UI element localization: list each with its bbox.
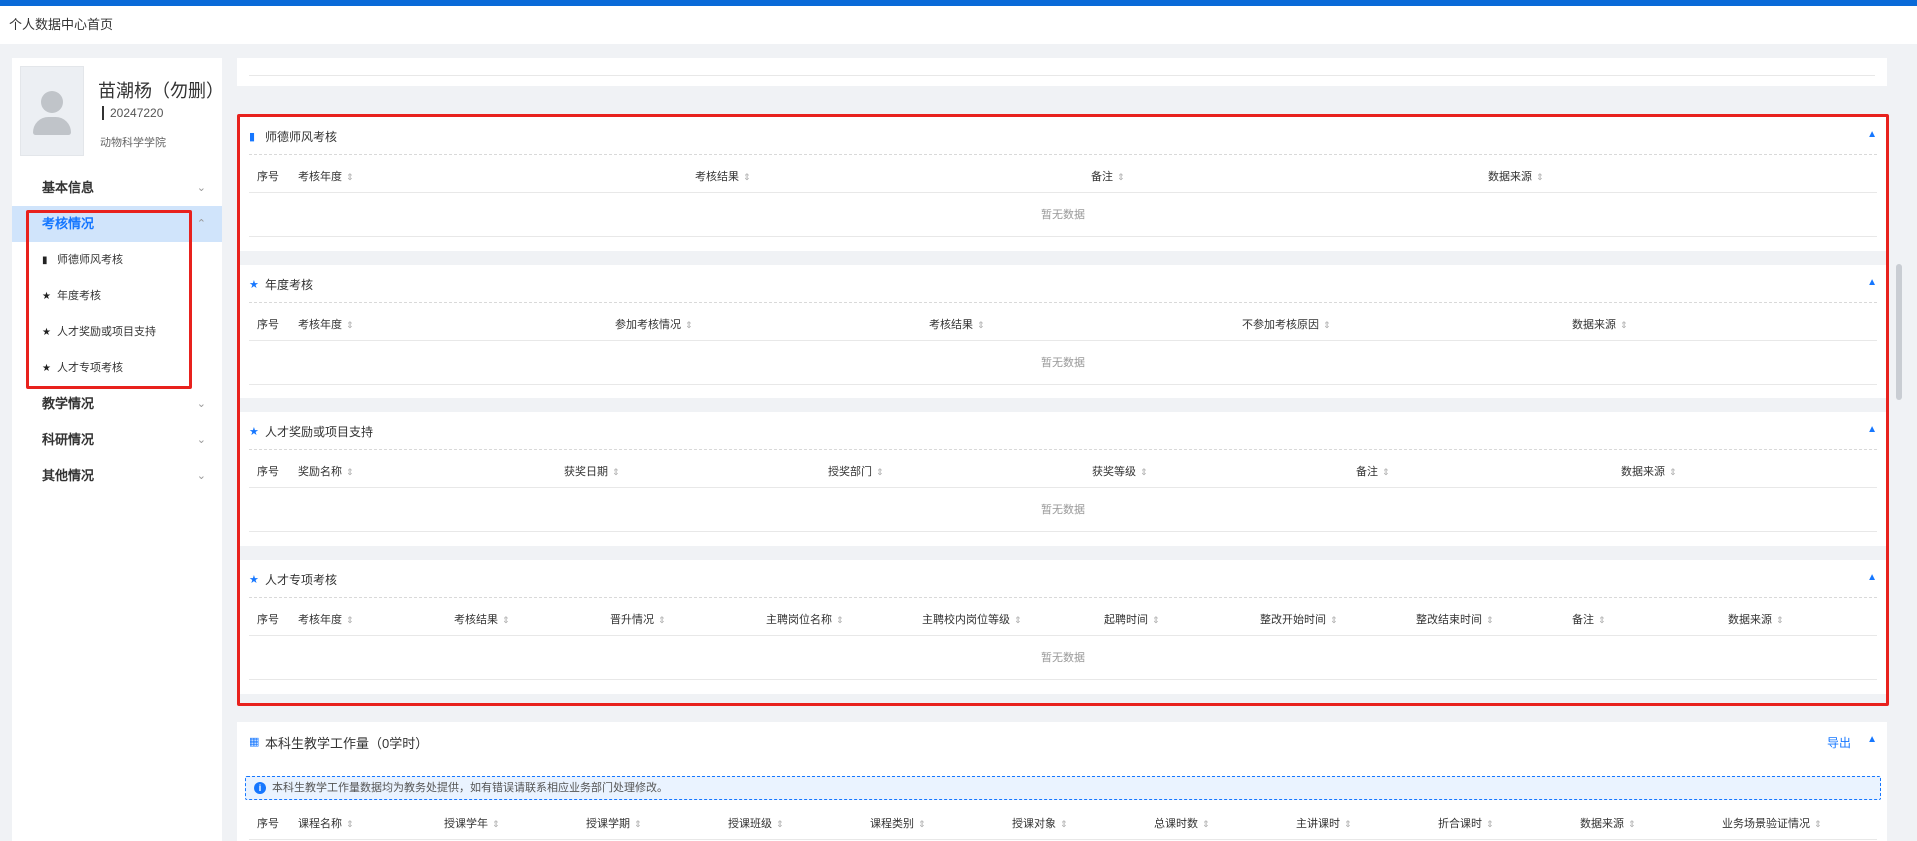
column-header[interactable]: 课程类别 ⇕	[870, 808, 926, 840]
user-id: 20247220	[102, 106, 163, 120]
sidebar-item-label: 科研情况	[42, 432, 95, 447]
column-header-label: 授课学期	[586, 818, 630, 830]
column-header-label: 总课时数	[1154, 818, 1198, 830]
column-header[interactable]: 课程名称 ⇕	[298, 808, 354, 840]
column-header[interactable]: 总课时数 ⇕	[1154, 808, 1210, 840]
sidebar-item-basic-info[interactable]: 基本信息 ⌄	[12, 170, 222, 206]
sort-icon[interactable]: ⇕	[346, 819, 354, 829]
info-notice: i 本科生教学工作量数据均为教务处提供，如有错误请联系相应业务部门处理修改。	[245, 776, 1881, 800]
column-header[interactable]: 授课学年 ⇕	[444, 808, 500, 840]
sidebar: 苗潮杨（勿删）20247220 动物科学学院 基本信息 ⌄ 考核情况 ⌃ ▮ 师德师风…	[12, 58, 224, 841]
sidebar-item-research[interactable]: 科研情况 ⌄	[12, 422, 222, 458]
chevron-down-icon: ⌄	[196, 470, 206, 482]
chart-icon: ▦	[249, 736, 260, 748]
column-header[interactable]: 序号	[257, 808, 279, 840]
column-header[interactable]: 授课对象 ⇕	[1012, 808, 1068, 840]
section-title: 本科生教学工作量（0学时）	[265, 736, 429, 751]
column-header-label: 课程名称	[298, 818, 342, 830]
sidebar-item-label: 基本信息	[42, 180, 95, 195]
user-name: 苗潮杨（勿删） 20247220	[98, 80, 224, 124]
info-icon: i	[254, 782, 266, 794]
sort-icon[interactable]: ⇕	[1486, 819, 1494, 829]
column-header[interactable]: 授课学期 ⇕	[586, 808, 642, 840]
sort-icon[interactable]: ⇕	[1060, 819, 1068, 829]
column-header-label: 授课班级	[728, 818, 772, 830]
divider	[249, 75, 1875, 76]
breadcrumb[interactable]: 个人数据中心首页	[0, 6, 1917, 44]
sidebar-item-other[interactable]: 其他情况 ⌄	[12, 458, 222, 494]
sidebar-item-label: 教学情况	[42, 396, 95, 411]
section-header: ▦ 本科生教学工作量（0学时） 导出 ▲	[249, 722, 1877, 760]
table-header: 序号 课程名称 ⇕ 授课学年 ⇕ 授课学期 ⇕ 授课班级 ⇕ 课程类别 ⇕ 授课对象 ⇕ 总…	[249, 808, 1877, 840]
sort-icon[interactable]: ⇕	[918, 819, 926, 829]
avatar-body-shape	[33, 117, 71, 135]
sidebar-highlight-box	[26, 210, 192, 389]
main-highlight-box	[237, 114, 1889, 706]
column-header-label: 主讲课时	[1296, 818, 1340, 830]
caret-up-icon[interactable]: ▲	[1867, 734, 1877, 745]
column-header-label: 授课对象	[1012, 818, 1056, 830]
avatar	[20, 66, 84, 156]
user-department: 动物科学学院	[100, 137, 166, 149]
notice-text: 本科生教学工作量数据均为教务处提供，如有错误请联系相应业务部门处理修改。	[272, 782, 668, 794]
column-header-label: 业务场景验证情况	[1722, 818, 1810, 830]
chevron-down-icon: ⌄	[196, 434, 206, 446]
column-header-label: 课程类别	[870, 818, 914, 830]
sort-icon[interactable]: ⇕	[776, 819, 784, 829]
column-header[interactable]: 数据来源 ⇕	[1580, 808, 1636, 840]
column-header-label: 序号	[257, 818, 279, 830]
sidebar-item-label: 其他情况	[42, 468, 95, 483]
sort-icon[interactable]: ⇕	[1202, 819, 1210, 829]
chevron-down-icon: ⌄	[196, 398, 206, 410]
sort-icon[interactable]: ⇕	[1344, 819, 1352, 829]
chevron-down-icon: ⌄	[196, 182, 206, 194]
column-header-label: 授课学年	[444, 818, 488, 830]
user-name-text: 苗潮杨（勿删）	[98, 81, 224, 101]
breadcrumb-home[interactable]: 个人数据中心首页	[9, 17, 113, 32]
chevron-up-icon: ⌃	[196, 218, 206, 230]
avatar-head-shape	[41, 91, 63, 113]
column-header-label: 数据来源	[1580, 818, 1624, 830]
column-header[interactable]: 折合课时 ⇕	[1438, 808, 1494, 840]
sort-icon[interactable]: ⇕	[1814, 819, 1822, 829]
column-header[interactable]: 业务场景验证情况 ⇕	[1722, 808, 1822, 840]
sort-icon[interactable]: ⇕	[634, 819, 642, 829]
sort-icon[interactable]: ⇕	[1628, 819, 1636, 829]
sidebar-item-teaching[interactable]: 教学情况 ⌄	[12, 386, 222, 422]
column-header-label: 折合课时	[1438, 818, 1482, 830]
column-header[interactable]: 授课班级 ⇕	[728, 808, 784, 840]
vertical-scrollbar[interactable]	[1896, 264, 1902, 400]
sort-icon[interactable]: ⇕	[492, 819, 500, 829]
export-button[interactable]: 导出	[1827, 734, 1851, 751]
previous-section-tail	[237, 58, 1887, 86]
column-header[interactable]: 主讲课时 ⇕	[1296, 808, 1352, 840]
